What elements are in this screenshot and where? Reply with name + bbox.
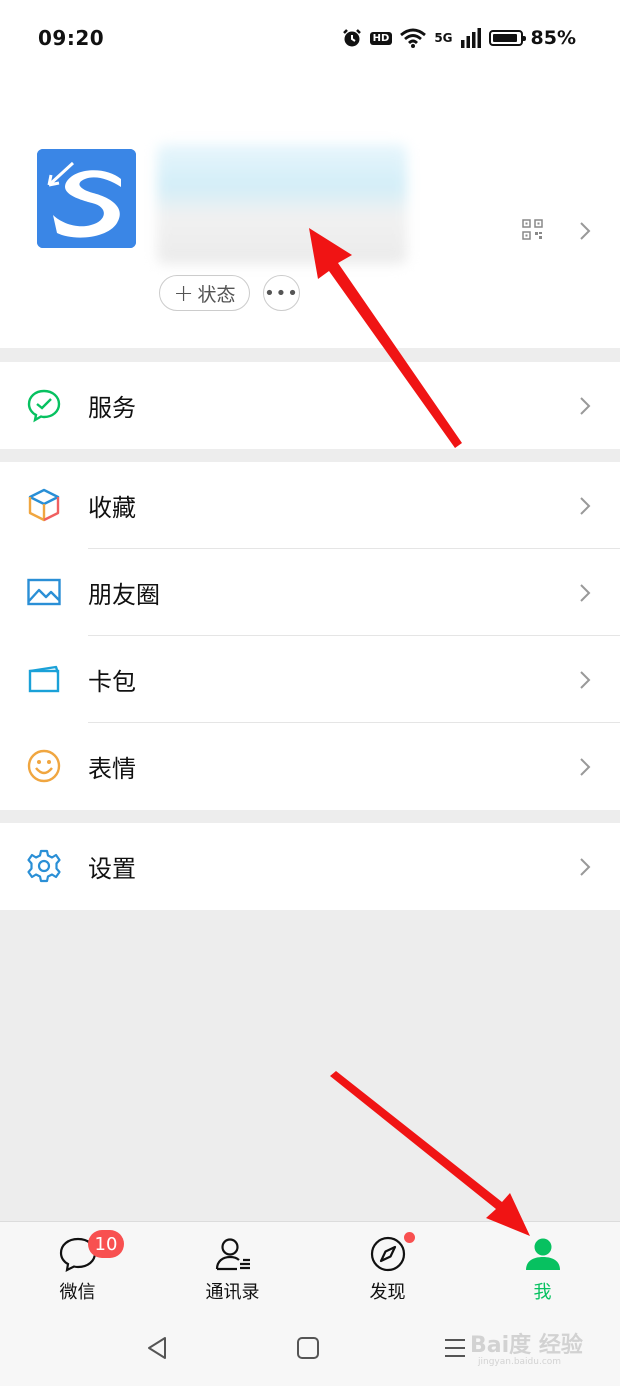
tab-label: 微信 [59,1282,96,1303]
plus-icon: + [173,279,194,307]
wifi-icon [400,28,427,48]
sticker-smiley-icon [27,749,61,783]
menu-item-label: 朋友圈 [88,581,160,609]
service-icon [27,389,61,423]
baidu-watermark: Bai度 经验 jingyan.baidu.com [470,1327,600,1373]
menu-item-label: 服务 [88,394,136,422]
tab-label: 通讯录 [205,1282,260,1303]
menu-item-label: 收藏 [88,494,136,522]
tab-contacts[interactable]: 通讯录 [155,1222,310,1316]
menu-item-label: 表情 [88,755,136,783]
status-icons: HD 5G 85% [342,24,576,52]
signal-icon [460,28,481,48]
chevron-right-icon [580,397,591,415]
profile-header[interactable]: + 状态 ••• [0,76,620,348]
menu-group-services: 服务 [0,362,620,449]
network-type: 5G [434,31,453,45]
profile-name-blurred [157,144,407,264]
arrow-to-me-tab [330,1071,530,1236]
chevron-right-icon [580,758,591,776]
tab-me[interactable]: 我 [465,1222,620,1316]
person-icon [525,1238,560,1270]
add-status-button[interactable]: + 状态 [159,275,250,311]
more-button[interactable]: ••• [263,275,300,311]
card-wallet-icon [28,665,60,693]
tab-chats[interactable]: 10 微信 [0,1222,155,1316]
contacts-icon [215,1238,250,1271]
favorites-cube-icon [28,488,60,522]
alarm-icon [342,29,361,47]
chevron-right-icon [580,584,591,602]
chevron-right-icon [580,858,591,876]
tab-discover[interactable]: 发现 [310,1222,465,1316]
menu-group-main: 收藏 朋友圈 卡包 表情 [0,462,620,810]
chevron-right-icon [580,222,591,240]
tab-label: 发现 [369,1282,406,1303]
bottom-tab-bar: 10 微信 通讯录 发现 我 [0,1221,620,1316]
recent-apps-icon[interactable] [440,1333,470,1363]
new-indicator-dot [404,1232,415,1243]
status-bar: 09:20 HD 5G 85% [0,0,620,76]
battery-icon [488,30,526,46]
chevron-right-icon [580,497,591,515]
hd-icon: HD [369,31,393,45]
menu-item-favorites[interactable]: 收藏 [0,462,620,549]
menu-item-stickers[interactable]: 表情 [0,723,620,810]
gear-icon [27,849,61,883]
watermark-text: Bai度 经验 [470,1333,583,1358]
menu-group-settings: 设置 [0,823,620,910]
status-button-label: 状态 [197,283,236,306]
menu-item-service[interactable]: 服务 [0,362,620,449]
battery-level: 85% [530,27,576,49]
menu-item-label: 卡包 [88,668,136,696]
status-time: 09:20 [38,26,105,50]
menu-item-settings[interactable]: 设置 [0,823,620,910]
menu-item-moments[interactable]: 朋友圈 [0,549,620,636]
avatar[interactable] [37,149,136,248]
back-icon[interactable] [143,1333,173,1363]
watermark-url: jingyan.baidu.com [478,1357,562,1367]
chevron-right-icon [580,671,591,689]
tab-label: 我 [533,1282,552,1303]
unread-badge: 10 [88,1230,124,1258]
compass-icon [370,1236,405,1272]
moments-image-icon [27,578,61,606]
qr-code-icon[interactable] [522,219,543,240]
menu-item-cards[interactable]: 卡包 [0,636,620,723]
menu-item-label: 设置 [88,855,136,883]
home-icon[interactable] [293,1333,323,1363]
